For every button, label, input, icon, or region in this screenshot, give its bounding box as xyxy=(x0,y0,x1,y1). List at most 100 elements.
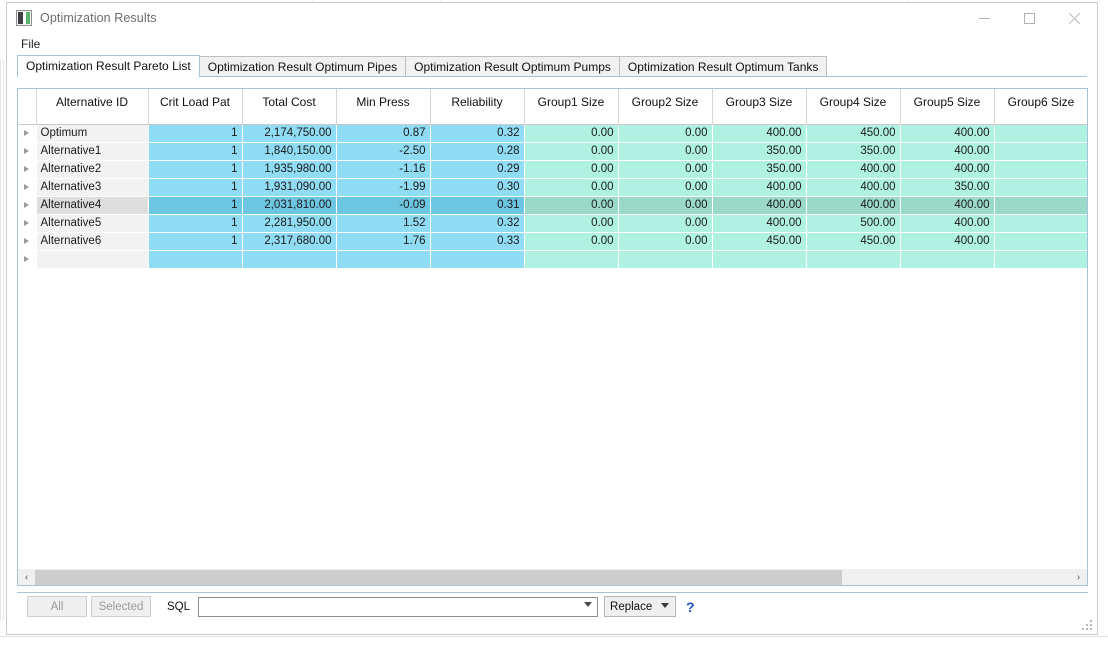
cell-reliability[interactable] xyxy=(430,250,525,269)
row-selector[interactable] xyxy=(18,214,37,233)
results-grid[interactable]: Alternative ID Crit Load Pat Total Cost … xyxy=(17,88,1088,586)
cell-group6-size[interactable] xyxy=(994,160,1087,179)
column-header-group3-size[interactable]: Group3 Size xyxy=(712,89,807,125)
chevron-down-icon[interactable] xyxy=(661,603,670,608)
cell-group2-size[interactable]: 0.00 xyxy=(618,178,713,197)
cell-group2-size[interactable] xyxy=(618,250,713,269)
table-row[interactable]: Alternative5 1 2,281,950.00 1.52 0.32 0.00 0.0… xyxy=(18,214,1087,233)
cell-min-press[interactable] xyxy=(336,250,431,269)
selected-button[interactable]: Selected xyxy=(91,596,151,617)
row-selector[interactable] xyxy=(18,142,37,161)
help-icon[interactable]: ? xyxy=(686,599,695,615)
cell-group5-size[interactable]: 400.00 xyxy=(900,214,995,233)
cell-group1-size[interactable]: 0.00 xyxy=(524,214,619,233)
cell-min-press[interactable]: 1.52 xyxy=(336,214,431,233)
cell-alternative-id[interactable] xyxy=(36,250,149,269)
cell-reliability[interactable]: 0.28 xyxy=(430,142,525,161)
cell-min-press[interactable]: -2.50 xyxy=(336,142,431,161)
cell-total-cost[interactable]: 2,317,680.00 xyxy=(242,232,337,251)
cell-group3-size[interactable]: 400.00 xyxy=(712,214,807,233)
cell-total-cost[interactable]: 2,281,950.00 xyxy=(242,214,337,233)
tab-optimization-result-optimum-pumps[interactable]: Optimization Result Optimum Pumps xyxy=(405,56,620,76)
cell-crit-load-pat[interactable]: 1 xyxy=(148,214,243,233)
cell-group4-size[interactable]: 350.00 xyxy=(806,142,901,161)
sql-input[interactable] xyxy=(198,596,599,617)
tab-optimization-result-optimum-tanks[interactable]: Optimization Result Optimum Tanks xyxy=(618,56,828,76)
minimize-icon[interactable] xyxy=(962,3,1007,33)
cell-group2-size[interactable]: 0.00 xyxy=(618,232,713,251)
column-header-crit-load-pat[interactable]: Crit Load Pat xyxy=(148,89,243,125)
scroll-left-icon[interactable]: ‹ xyxy=(18,570,35,585)
maximize-icon[interactable] xyxy=(1007,3,1052,33)
cell-group6-size[interactable] xyxy=(994,178,1087,197)
row-selector[interactable] xyxy=(18,232,37,251)
cell-group2-size[interactable]: 0.00 xyxy=(618,214,713,233)
cell-group6-size[interactable] xyxy=(994,124,1087,143)
cell-group3-size[interactable]: 400.00 xyxy=(712,124,807,143)
cell-group2-size[interactable]: 0.00 xyxy=(618,196,713,215)
column-header-total-cost[interactable]: Total Cost xyxy=(242,89,337,125)
cell-total-cost[interactable]: 2,031,810.00 xyxy=(242,196,337,215)
cell-crit-load-pat[interactable]: 1 xyxy=(148,142,243,161)
column-header-group4-size[interactable]: Group4 Size xyxy=(806,89,901,125)
cell-min-press[interactable]: -1.99 xyxy=(336,178,431,197)
cell-group3-size[interactable] xyxy=(712,250,807,269)
cell-group6-size[interactable] xyxy=(994,214,1087,233)
table-row[interactable]: Alternative3 1 1,931,090.00 -1.99 0.30 0.00 0.… xyxy=(18,178,1087,197)
scrollbar-track[interactable] xyxy=(35,569,1070,585)
cell-group5-size[interactable] xyxy=(900,250,995,269)
cell-group1-size[interactable]: 0.00 xyxy=(524,142,619,161)
cell-group5-size[interactable]: 400.00 xyxy=(900,196,995,215)
cell-total-cost[interactable]: 1,935,980.00 xyxy=(242,160,337,179)
scrollbar-thumb[interactable] xyxy=(35,569,843,585)
column-header-group2-size[interactable]: Group2 Size xyxy=(618,89,713,125)
table-row[interactable]: Alternative2 1 1,935,980.00 -1.16 0.29 0.00 0.… xyxy=(18,160,1087,179)
cell-reliability[interactable]: 0.32 xyxy=(430,214,525,233)
table-row[interactable]: Alternative4 1 2,031,810.00 -0.09 0.31 0.00 0.… xyxy=(18,196,1087,215)
table-row[interactable]: Alternative6 1 2,317,680.00 1.76 0.33 0.00 0.0… xyxy=(18,232,1087,251)
sql-mode-select[interactable]: Replace xyxy=(604,596,677,617)
cell-min-press[interactable]: -1.16 xyxy=(336,160,431,179)
cell-crit-load-pat[interactable]: 1 xyxy=(148,178,243,197)
cell-crit-load-pat[interactable]: 1 xyxy=(148,160,243,179)
cell-group4-size[interactable]: 500.00 xyxy=(806,214,901,233)
cell-crit-load-pat[interactable]: 1 xyxy=(148,196,243,215)
cell-group5-size[interactable]: 400.00 xyxy=(900,124,995,143)
cell-alternative-id[interactable]: Alternative4 xyxy=(36,196,149,215)
cell-reliability[interactable]: 0.31 xyxy=(430,196,525,215)
scroll-right-icon[interactable]: › xyxy=(1070,570,1087,585)
cell-group1-size[interactable]: 0.00 xyxy=(524,178,619,197)
table-row[interactable]: Alternative1 1 1,840,150.00 -2.50 0.28 0.00 0.… xyxy=(18,142,1087,161)
cell-group6-size[interactable] xyxy=(994,250,1087,269)
cell-group1-size[interactable] xyxy=(524,250,619,269)
cell-reliability[interactable]: 0.32 xyxy=(430,124,525,143)
cell-alternative-id[interactable]: Alternative3 xyxy=(36,178,149,197)
cell-group5-size[interactable]: 400.00 xyxy=(900,142,995,161)
cell-alternative-id[interactable]: Optimum xyxy=(36,124,149,143)
row-selector[interactable] xyxy=(18,196,37,215)
cell-alternative-id[interactable]: Alternative2 xyxy=(36,160,149,179)
cell-total-cost[interactable] xyxy=(242,250,337,269)
cell-group3-size[interactable]: 350.00 xyxy=(712,142,807,161)
cell-crit-load-pat[interactable]: 1 xyxy=(148,232,243,251)
all-button[interactable]: All xyxy=(27,596,87,617)
cell-group5-size[interactable]: 350.00 xyxy=(900,178,995,197)
cell-reliability[interactable]: 0.33 xyxy=(430,232,525,251)
cell-total-cost[interactable]: 2,174,750.00 xyxy=(242,124,337,143)
cell-group6-size[interactable] xyxy=(994,196,1087,215)
cell-group6-size[interactable] xyxy=(994,232,1087,251)
cell-min-press[interactable]: 1.76 xyxy=(336,232,431,251)
cell-group2-size[interactable]: 0.00 xyxy=(618,142,713,161)
cell-group1-size[interactable]: 0.00 xyxy=(524,124,619,143)
cell-group4-size[interactable] xyxy=(806,250,901,269)
cell-reliability[interactable]: 0.30 xyxy=(430,178,525,197)
cell-group3-size[interactable]: 450.00 xyxy=(712,232,807,251)
menu-item-file[interactable]: File xyxy=(15,35,46,53)
chevron-down-icon[interactable] xyxy=(584,601,593,607)
cell-group4-size[interactable]: 450.00 xyxy=(806,124,901,143)
cell-group4-size[interactable]: 400.00 xyxy=(806,178,901,197)
cell-group2-size[interactable]: 0.00 xyxy=(618,160,713,179)
tab-optimization-result-optimum-pipes[interactable]: Optimization Result Optimum Pipes xyxy=(198,56,407,76)
cell-group1-size[interactable]: 0.00 xyxy=(524,196,619,215)
cell-min-press[interactable]: -0.09 xyxy=(336,196,431,215)
